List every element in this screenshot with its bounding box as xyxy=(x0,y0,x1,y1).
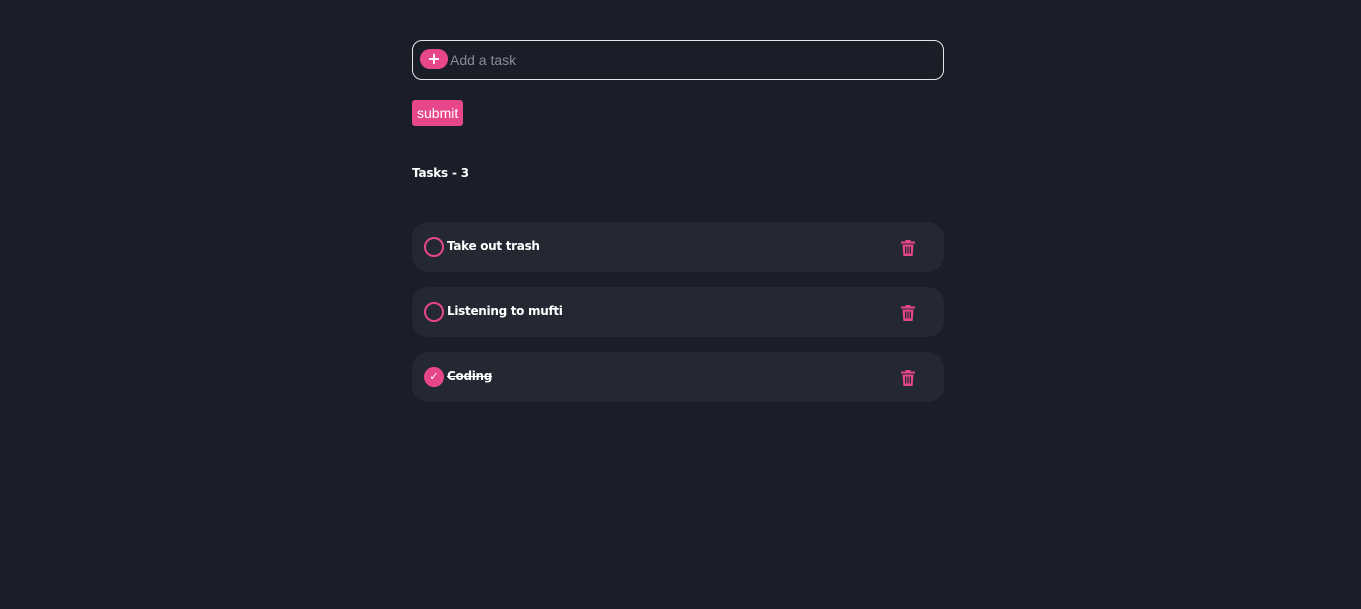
check-mark-icon xyxy=(426,239,442,255)
trash-icon[interactable] xyxy=(901,370,915,386)
trash-icon[interactable] xyxy=(901,240,915,256)
tasks-count-heading: Tasks - 3 xyxy=(412,166,469,180)
task-text: Listening to mufti xyxy=(447,304,563,318)
plus-icon[interactable]: + xyxy=(420,49,448,69)
checkbox[interactable]: ✓ xyxy=(424,367,444,387)
task-item: ✓ Coding xyxy=(412,352,944,402)
task-input[interactable] xyxy=(450,50,930,70)
task-item: Listening to mufti xyxy=(412,287,944,337)
submit-button[interactable]: submit xyxy=(412,100,464,126)
task-text: Take out trash xyxy=(447,239,540,253)
task-text: Coding xyxy=(447,369,493,383)
task-list: Take out trash Listening to mufti ✓ Codi… xyxy=(412,222,944,417)
checkbox[interactable] xyxy=(424,237,444,257)
checkbox[interactable] xyxy=(424,302,444,322)
check-mark-icon xyxy=(426,304,442,320)
task-item: Take out trash xyxy=(412,222,944,272)
check-mark-icon: ✓ xyxy=(429,370,439,383)
add-task-bar: + xyxy=(412,40,944,80)
trash-icon[interactable] xyxy=(901,305,915,321)
todo-app: + submit Tasks - 3 Take out trash Listen… xyxy=(412,40,944,402)
